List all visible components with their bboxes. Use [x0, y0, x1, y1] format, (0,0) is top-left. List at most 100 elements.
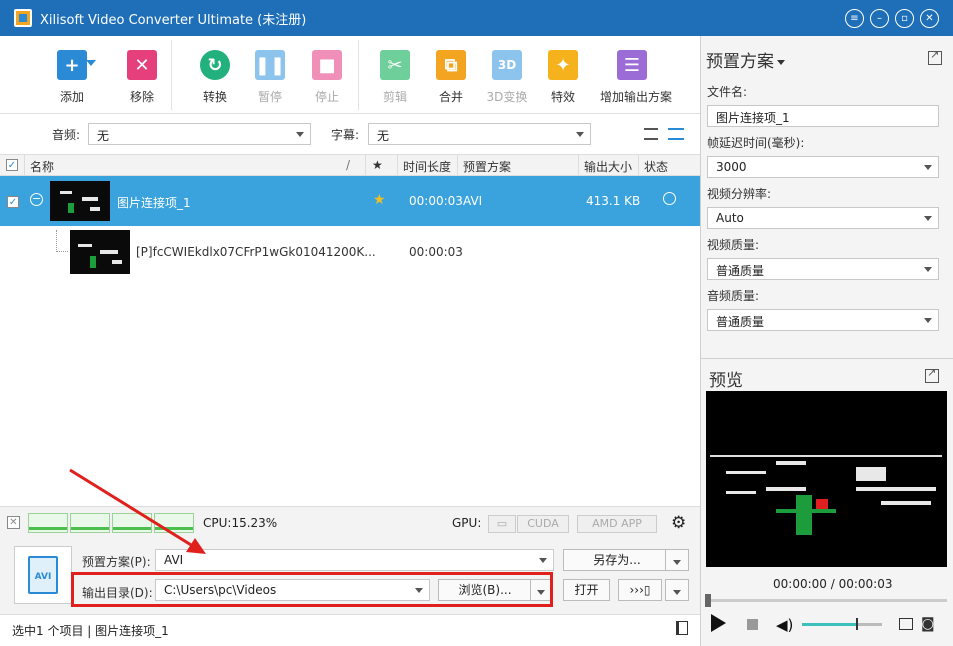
stop-button[interactable]: ■ 停止 [295, 50, 359, 105]
audio-label: 音频: [52, 128, 81, 142]
highlight-box [71, 572, 553, 607]
device-dropdown[interactable] [665, 579, 689, 601]
play-icon[interactable] [711, 614, 726, 632]
open-button[interactable]: 打开 [563, 579, 610, 601]
select-all-checkbox[interactable]: ✓ [6, 159, 18, 171]
col-profile[interactable]: 预置方案 [463, 158, 511, 175]
send-to-device-button[interactable]: ›››▯ [618, 579, 662, 601]
audio-select[interactable]: 无 [88, 123, 311, 145]
clock-icon [663, 192, 676, 205]
list-view-icon[interactable] [644, 128, 658, 140]
expand-icon[interactable] [928, 48, 942, 65]
video-thumbnail [70, 230, 130, 274]
chevron-down-icon [924, 267, 932, 272]
col-duration[interactable]: 时间长度 [403, 158, 451, 175]
col-star[interactable]: ★ [372, 158, 383, 172]
delay-select[interactable]: 3000 [707, 156, 939, 178]
video-quality-select[interactable]: 普通质量 [707, 258, 939, 280]
close-meter-icon[interactable]: ✕ [7, 516, 20, 529]
format-icon[interactable]: AVI [14, 546, 72, 604]
stop-icon[interactable] [747, 619, 758, 630]
camera-icon[interactable]: ◙ [921, 616, 935, 632]
gpu-label: GPU: [452, 516, 482, 530]
row-duration: 00:00:03 [409, 245, 463, 259]
add-icon: + [57, 50, 87, 80]
row-checkbox[interactable]: ✓ [7, 196, 19, 208]
add-dropdown-icon[interactable] [86, 60, 96, 66]
preview-title: 预览 [709, 371, 743, 391]
toolbar-divider [171, 40, 172, 110]
save-as-dropdown[interactable] [665, 549, 689, 571]
chevron-down-icon [777, 59, 785, 65]
restore-icon[interactable]: ▫ [895, 9, 914, 28]
add-button[interactable]: + 添加 [40, 50, 104, 105]
effects-button[interactable]: ✦ 特效 [531, 50, 595, 105]
subtitle-select[interactable]: 无 [368, 123, 591, 145]
clip-button[interactable]: ✂ 剪辑 [363, 50, 427, 105]
col-size[interactable]: 输出大小 [584, 158, 632, 175]
convert-icon: ↻ [200, 50, 230, 80]
add-profile-icon: ☰ [617, 50, 647, 80]
convert-3d-button[interactable]: 3D 3D变换 [475, 50, 539, 105]
profile-select[interactable]: AVI [155, 549, 554, 571]
stop-icon: ■ [312, 50, 342, 80]
add-profile-button[interactable]: ☰ 增加输出方案 [600, 50, 672, 105]
tree-connector [56, 230, 68, 252]
collapse-icon[interactable]: − [30, 193, 43, 206]
pause-button[interactable]: ❚❚ 暂停 [238, 50, 302, 105]
cpu-meter [112, 513, 152, 533]
save-as-button[interactable]: 另存为... [563, 549, 671, 571]
remove-button[interactable]: ✕ 移除 [110, 50, 174, 105]
chevron-down-icon [924, 318, 932, 323]
panel-divider [701, 358, 953, 359]
col-name[interactable]: 名称 [30, 158, 54, 175]
fullscreen-icon[interactable] [899, 618, 913, 630]
close-icon[interactable]: ✕ [920, 9, 939, 28]
col-status[interactable]: 状态 [644, 158, 668, 175]
cpu-meter [154, 513, 194, 533]
main-toolbar: + 添加 ✕ 移除 ↻ 转换 ❚❚ 暂停 ■ 停止 ✂ 剪辑 ⧉ 合并 3D 3… [0, 36, 700, 114]
table-row[interactable]: [P]fcCWIEkdlx07CFrP1wGk01041200K... 00:0… [0, 226, 700, 278]
volume-handle[interactable] [856, 618, 858, 630]
row-profile[interactable]: AVI [463, 194, 482, 208]
title-bar: Xilisoft Video Converter Ultimate (未注册) … [0, 0, 953, 36]
merge-icon: ⧉ [436, 50, 466, 80]
status-bar: 选中1 个项目 | 图片连接项_1 [0, 614, 700, 646]
toolbar-divider [358, 40, 359, 110]
volume-slider[interactable] [802, 623, 858, 626]
minimize-icon[interactable]: – [870, 9, 889, 28]
app-icon [14, 9, 32, 27]
detail-view-icon[interactable] [668, 128, 684, 140]
profile-panel-title[interactable]: 预置方案 [706, 47, 785, 72]
amd-app-button[interactable]: AMD APP [577, 515, 657, 533]
log-icon[interactable] [676, 621, 688, 635]
resolution-select[interactable]: Auto [707, 207, 939, 229]
chevron-down-icon [924, 216, 932, 221]
table-row[interactable]: ✓ − 图片连接项_1 ★ 00:00:03 AVI 413.1 KB [0, 176, 700, 226]
cpu-meter [28, 513, 68, 533]
status-text: 选中1 个项目 | 图片连接项_1 [12, 624, 169, 638]
volume-icon[interactable]: ◀) [776, 616, 793, 634]
volume-slider-track[interactable] [858, 623, 882, 626]
filename-label: 文件名: [707, 85, 748, 99]
filename-input[interactable]: 图片连接项_1 [707, 105, 939, 127]
remove-icon: ✕ [127, 50, 157, 80]
chevron-down-icon [673, 560, 681, 565]
seek-handle[interactable] [705, 594, 711, 607]
avi-file-icon: AVI [28, 556, 58, 594]
gear-icon[interactable]: ⚙ [671, 513, 686, 533]
video-thumbnail [50, 181, 110, 221]
preview-video[interactable] [706, 391, 947, 567]
expand-icon[interactable] [925, 366, 939, 383]
merge-button[interactable]: ⧉ 合并 [419, 50, 483, 105]
cuda-button[interactable]: CUDA [517, 515, 569, 533]
chevron-down-icon [673, 590, 681, 595]
star-icon[interactable]: ★ [373, 192, 386, 208]
cpu-usage: CPU:15.23% [203, 516, 278, 530]
seek-bar[interactable] [705, 594, 947, 607]
menu-icon[interactable]: ≡ [845, 9, 864, 28]
video-quality-label: 视频质量: [707, 238, 760, 252]
audio-quality-select[interactable]: 普通质量 [707, 309, 939, 331]
audio-quality-label: 音频质量: [707, 289, 760, 303]
file-list-empty-area[interactable] [0, 278, 700, 506]
